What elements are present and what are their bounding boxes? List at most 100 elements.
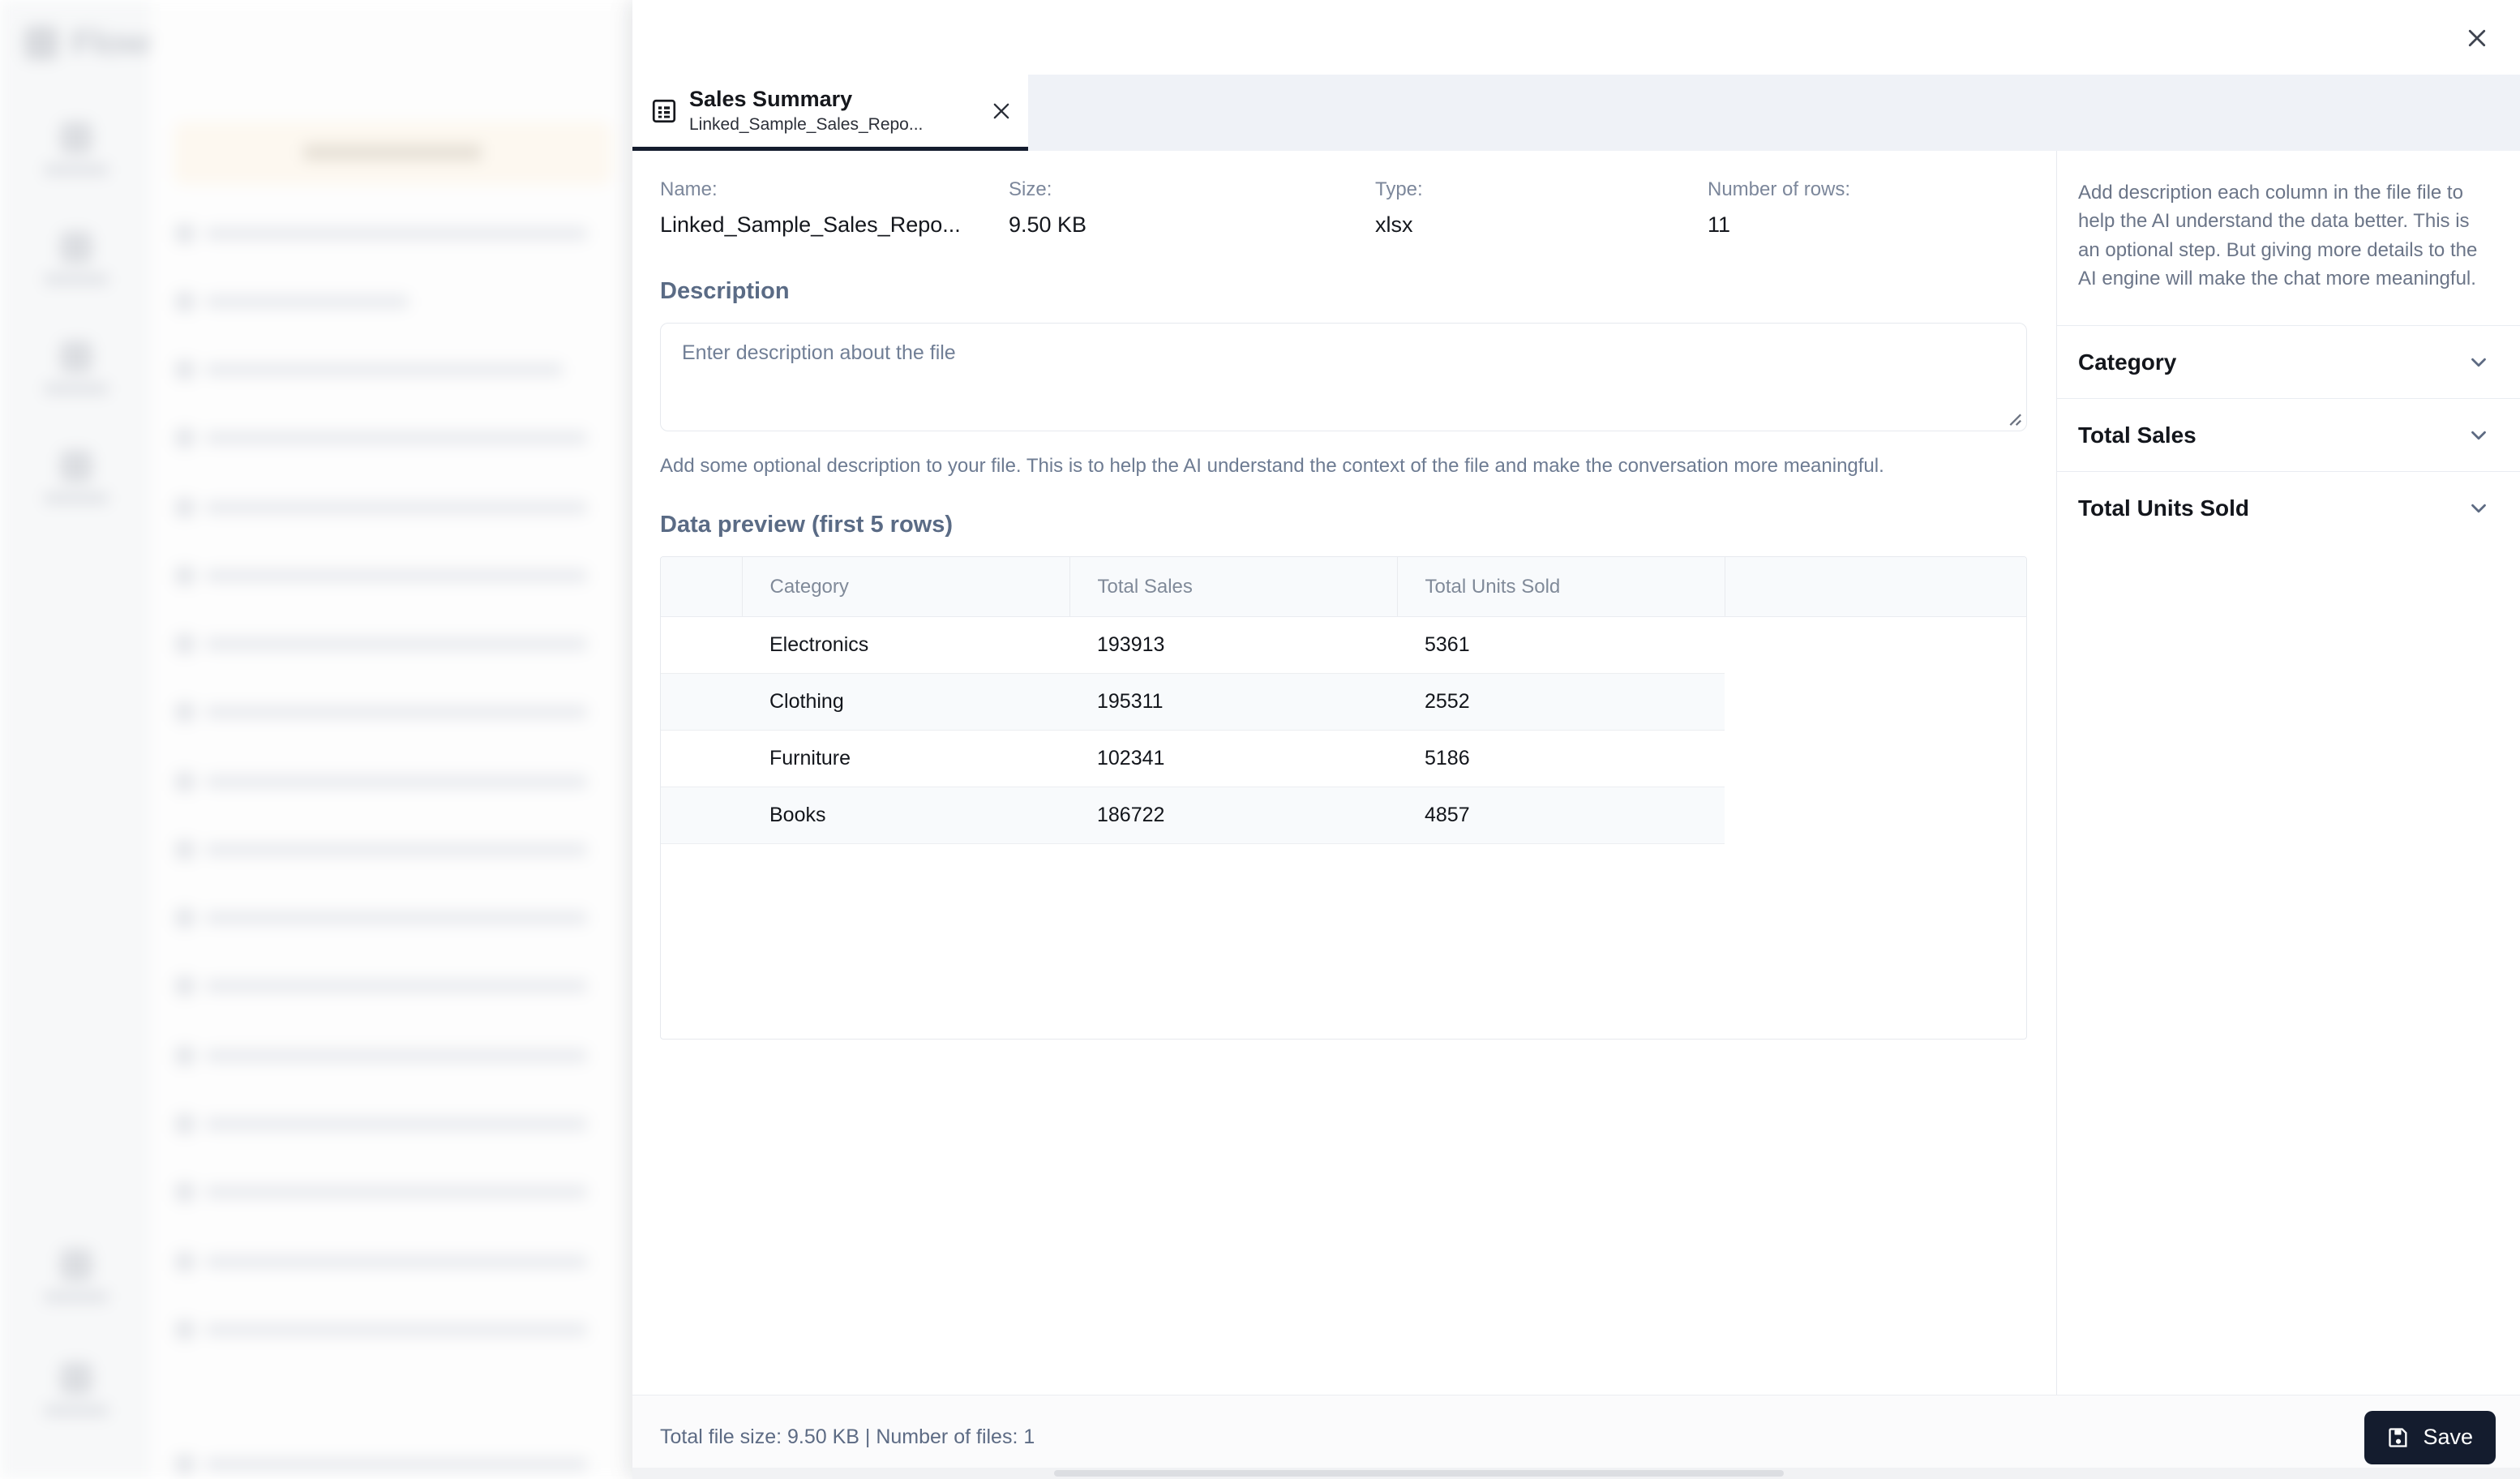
meta-name-value: Linked_Sample_Sales_Repo... xyxy=(660,212,961,237)
cell-total-units-sold: 2552 xyxy=(1397,673,1725,731)
meta-size-label: Size: xyxy=(1009,178,1052,200)
accordion-label: Total Sales xyxy=(2078,422,2196,448)
cell-index xyxy=(661,787,742,845)
chat-icon xyxy=(60,122,92,154)
tab-sales-summary[interactable]: Sales Summary Linked_Sample_Sales_Repo..… xyxy=(632,75,1028,151)
column-header-category: Category xyxy=(741,556,1069,618)
list-item[interactable] xyxy=(175,1249,613,1273)
accordion-label: Total Units Sold xyxy=(2078,495,2250,521)
chat-bubble-icon xyxy=(175,1182,195,1202)
tab-subtitle: Linked_Sample_Sales_Repo... xyxy=(689,114,924,134)
list-item[interactable] xyxy=(175,1179,613,1203)
spreadsheet-icon xyxy=(652,99,676,122)
list-item[interactable] xyxy=(175,1451,613,1476)
sidebar-item-alerts[interactable] xyxy=(32,1249,120,1303)
cell-total-units-sold: 5361 xyxy=(1397,616,1725,675)
chat-bubble-icon xyxy=(175,428,195,448)
column-header-index xyxy=(661,556,742,618)
footer-status-text: Total file size: 9.50 KB | Number of fil… xyxy=(660,1425,1035,1448)
chat-bubble-icon xyxy=(175,498,195,517)
floppy-disk-icon xyxy=(2389,1427,2407,1447)
list-item[interactable] xyxy=(175,1043,613,1067)
list-item[interactable] xyxy=(175,563,613,587)
meta-name-label: Name: xyxy=(660,178,718,200)
chat-bubble-icon xyxy=(175,1046,195,1065)
description-help-text: Add some optional description to your fi… xyxy=(660,455,1884,478)
chat-bubble-icon xyxy=(175,224,195,243)
chat-bubble-icon xyxy=(175,908,195,928)
list-item[interactable] xyxy=(175,357,613,381)
horizontal-scrollbar[interactable] xyxy=(632,1468,2520,1479)
description-input[interactable] xyxy=(661,324,2026,431)
accordion-item-category[interactable]: Category xyxy=(2057,325,2520,399)
list-item[interactable] xyxy=(175,973,613,997)
chevron-down-icon xyxy=(2471,504,2486,512)
sidebar-item-chats[interactable] xyxy=(32,122,120,176)
sidebar-item-label xyxy=(44,164,109,176)
save-button-label: Save xyxy=(2423,1425,2473,1449)
cell-empty xyxy=(1725,731,2026,787)
close-icon xyxy=(993,103,1009,118)
close-modal-button[interactable] xyxy=(2458,19,2496,57)
save-button[interactable]: Save xyxy=(2364,1410,2496,1464)
sidebar-item-settings[interactable] xyxy=(32,450,120,504)
table-row: Electronics 193913 5361 xyxy=(661,616,2026,675)
close-tab-button[interactable] xyxy=(979,89,1023,133)
sidebar-item-database[interactable] xyxy=(32,231,120,285)
column-accordion-list: Category Total Sales Total Units Sold xyxy=(2057,325,2520,545)
cell-category: Books xyxy=(742,787,1069,845)
column-description-help-text: Add description each column in the file … xyxy=(2078,182,2478,289)
modal-body: Name: Linked_Sample_Sales_Repo... Size: … xyxy=(632,151,2520,1395)
cell-total-sales: 193913 xyxy=(1069,616,1397,675)
data-preview-heading: Data preview (first 5 rows) xyxy=(660,511,953,538)
description-heading: Description xyxy=(660,278,790,305)
help-icon xyxy=(60,1362,92,1395)
meta-type-value: xlsx xyxy=(1375,212,1413,237)
cell-empty xyxy=(1725,617,2026,674)
column-header-total-units-sold: Total Units Sold xyxy=(1396,556,1725,618)
list-item[interactable] xyxy=(175,289,613,313)
sidebar-item-help[interactable] xyxy=(32,1362,120,1417)
cell-index xyxy=(661,730,742,788)
list-item[interactable] xyxy=(175,495,613,519)
accordion-item-total-sales[interactable]: Total Sales xyxy=(2057,398,2520,472)
meta-size-value: 9.50 KB xyxy=(1009,212,1087,237)
list-item[interactable] xyxy=(175,221,613,245)
logo-mark-icon xyxy=(24,26,58,60)
table-row: Clothing 195311 2552 xyxy=(661,673,2026,731)
sidebar-item-label xyxy=(44,1291,109,1303)
cell-empty xyxy=(1725,787,2026,844)
cell-category: Furniture xyxy=(742,730,1069,788)
new-chat-button[interactable] xyxy=(174,122,611,185)
meta-rows-label: Number of rows: xyxy=(1708,178,1851,200)
list-item[interactable] xyxy=(175,837,613,861)
query-icon xyxy=(60,341,92,373)
list-item[interactable] xyxy=(175,425,613,449)
list-item[interactable] xyxy=(175,905,613,929)
file-details-modal: Sales Summary Linked_Sample_Sales_Repo..… xyxy=(632,0,2520,1479)
chat-bubble-icon xyxy=(175,1320,195,1340)
sidebar-item-label xyxy=(44,1404,109,1417)
table-header-row: Category Total Sales Total Units Sold xyxy=(661,556,2026,618)
chat-bubble-icon xyxy=(175,292,195,311)
chevron-down-icon xyxy=(2471,358,2486,367)
chat-bubble-icon xyxy=(175,1455,195,1474)
list-item[interactable] xyxy=(175,1317,613,1341)
description-box xyxy=(660,323,2027,432)
chat-bubble-icon xyxy=(175,702,195,722)
scrollbar-thumb[interactable] xyxy=(1054,1470,1784,1477)
chat-bubble-icon xyxy=(175,772,195,791)
data-preview-table: Category Total Sales Total Units Sold El… xyxy=(661,556,2026,845)
sidebar-item-queries[interactable] xyxy=(32,341,120,395)
table-row: Furniture 102341 5186 xyxy=(661,730,2026,788)
list-item[interactable] xyxy=(175,1111,613,1135)
accordion-item-total-units-sold[interactable]: Total Units Sold xyxy=(2057,471,2520,545)
list-item[interactable] xyxy=(175,699,613,723)
modal-footer: Total file size: 9.50 KB | Number of fil… xyxy=(632,1395,2520,1479)
list-item[interactable] xyxy=(175,631,613,655)
tab-title: Sales Summary xyxy=(689,87,853,112)
cell-total-sales: 186722 xyxy=(1069,787,1397,845)
cell-index xyxy=(661,673,742,731)
list-item[interactable] xyxy=(175,769,613,793)
chat-bubble-icon xyxy=(175,634,195,654)
